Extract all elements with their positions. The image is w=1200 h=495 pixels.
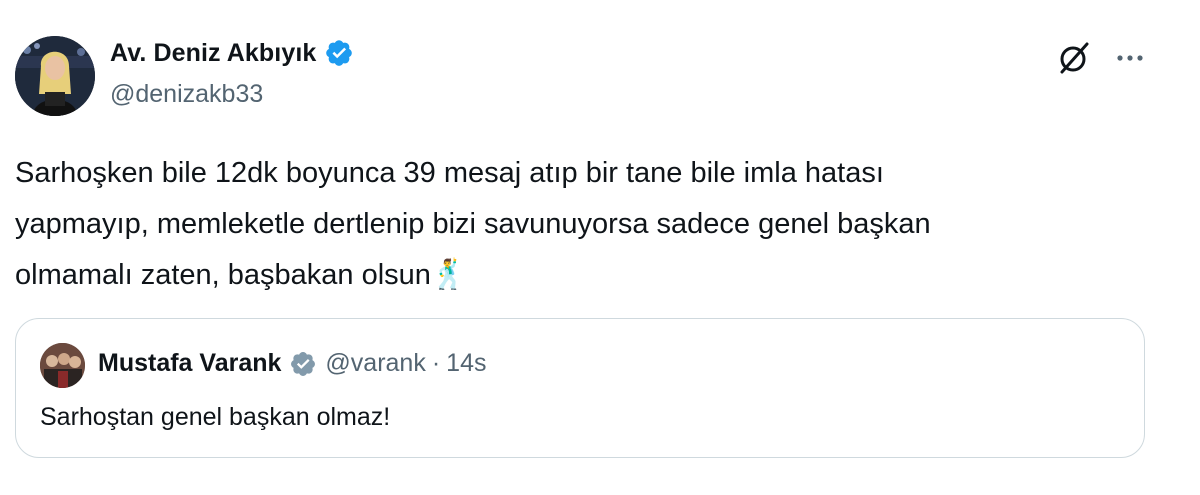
grok-icon[interactable] (1056, 40, 1092, 76)
verified-gray-badge-icon (291, 351, 316, 376)
separator-dot: · (431, 349, 441, 377)
quoted-tweet-card[interactable]: Mustafa Varank @varank · 14s Sarhoştan g… (15, 318, 1145, 458)
tweet-text: Sarhoşken bile 12dk boyunca 39 mesaj atı… (15, 148, 1180, 301)
author-handle[interactable]: @denizakb33 (110, 80, 263, 109)
avatar[interactable] (15, 36, 95, 116)
quoted-text: Sarhoştan genel başkan olmaz! (40, 403, 391, 431)
quoted-avatar[interactable] (40, 343, 85, 388)
tweet-line: olmamalı zaten, başbakan olsun🕺 (15, 250, 1180, 301)
author-name[interactable]: Av. Deniz Akbıyık (110, 39, 316, 68)
verified-badge-icon (326, 40, 353, 66)
tweet-line: Sarhoşken bile 12dk boyunca 39 mesaj atı… (15, 157, 884, 189)
author-name-row: Av. Deniz Akbıyık (110, 38, 354, 68)
quoted-timestamp[interactable]: 14s (446, 349, 486, 378)
tweet-line: yapmayıp, memleketle dertlenip bizi savu… (15, 208, 931, 240)
tweet-line-text: olmamalı zaten, başbakan olsun (15, 259, 431, 291)
avatar-image (15, 36, 95, 116)
quoted-header: Mustafa Varank @varank · 14s (98, 349, 486, 378)
quoted-author-name[interactable]: Mustafa Varank (98, 349, 281, 378)
quoted-avatar-image (40, 343, 85, 388)
more-icon[interactable] (1113, 50, 1147, 66)
quoted-author-handle[interactable]: @varank (325, 349, 425, 378)
dancer-emoji-icon: 🕺 (430, 259, 468, 291)
